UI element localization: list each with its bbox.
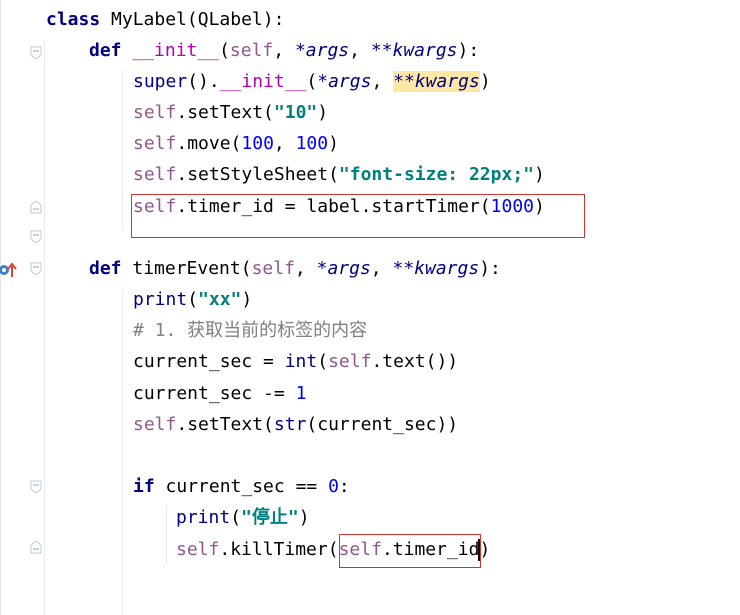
code-line[interactable]: def __init__(self, *args, **kwargs):: [0, 37, 479, 65]
indent-guide: [122, 70, 123, 230]
code-line[interactable]: self.setStyleSheet("font-size: 22px;"): [0, 161, 545, 189]
code-line[interactable]: current_sec = int(self.text()): [0, 348, 458, 376]
fold-marker-icon[interactable]: [30, 540, 42, 554]
fold-marker-icon[interactable]: [30, 262, 42, 276]
annotation-box: [339, 534, 481, 568]
keyword-class: class: [46, 9, 101, 30]
code-line[interactable]: self.setText("10"): [0, 99, 328, 127]
annotation-box: [131, 194, 585, 238]
comment: # 1. 获取当前的标签的内容: [133, 320, 368, 341]
code-line[interactable]: # 1. 获取当前的标签的内容: [0, 317, 367, 345]
code-line[interactable]: def timerEvent(self, *args, **kwargs):: [0, 255, 501, 283]
class-name: MyLabel: [111, 9, 187, 30]
base-class: QLabel: [197, 9, 263, 30]
text-cursor: [478, 539, 480, 561]
code-line[interactable]: current_sec -= 1: [0, 380, 306, 408]
code-line[interactable]: print("停止"): [0, 504, 310, 532]
indent-guide: [166, 505, 167, 565]
fold-marker-icon[interactable]: [30, 480, 42, 494]
code-line[interactable]: super().__init__(*args, **kwargs): [0, 68, 491, 96]
code-line[interactable]: if current_sec == 0:: [0, 473, 350, 501]
indent-guide: [44, 40, 45, 615]
code-line[interactable]: self.move(100, 100): [0, 130, 339, 158]
fold-marker-icon[interactable]: [30, 200, 42, 214]
fold-marker-icon[interactable]: [30, 230, 42, 244]
code-line[interactable]: self.setText(str(current_sec)): [0, 411, 458, 439]
fold-marker-icon[interactable]: [30, 46, 42, 60]
code-line[interactable]: print("xx"): [0, 286, 252, 314]
indent-guide: [122, 290, 123, 615]
code-line[interactable]: class MyLabel(QLabel):: [0, 6, 284, 34]
code-line[interactable]: self.killTimer(self.timer_id): [0, 536, 490, 564]
code-line[interactable]: self.timer_id = label.startTimer(1000): [0, 193, 545, 221]
